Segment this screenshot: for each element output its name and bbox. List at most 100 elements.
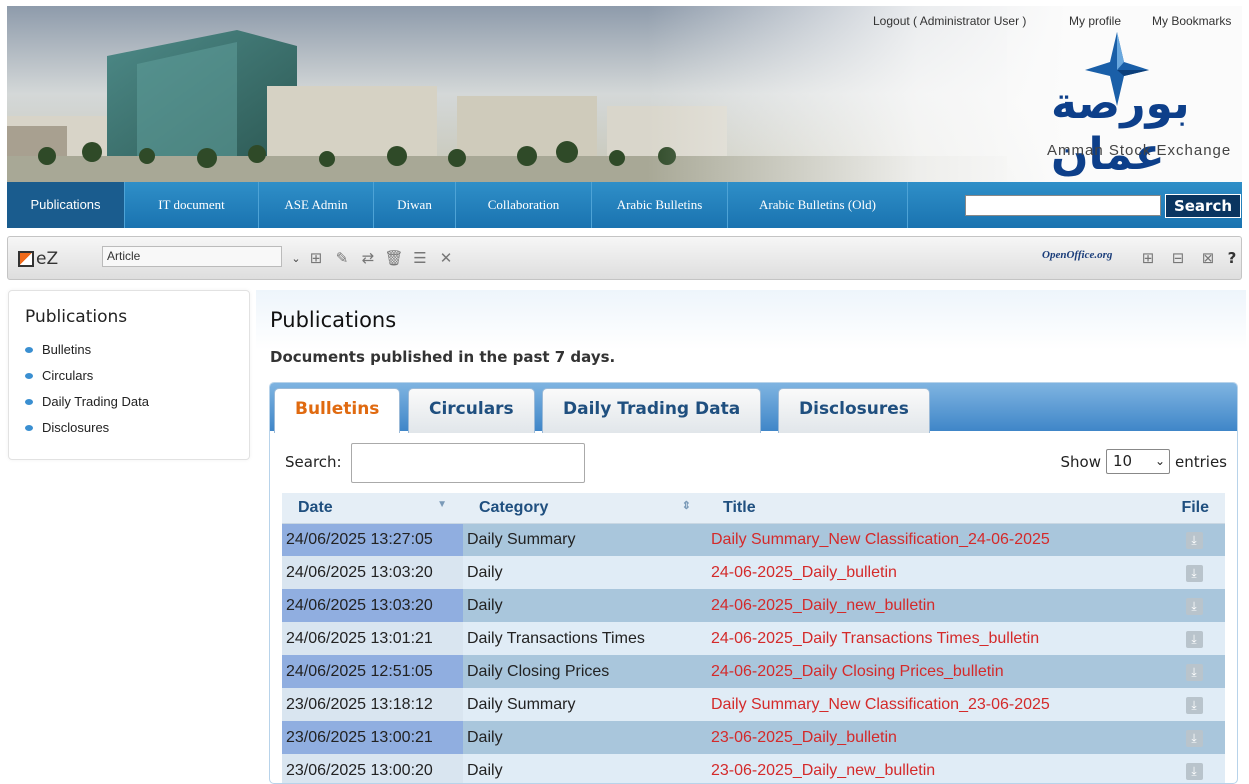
table-row: 24/06/2025 13:03:20 Daily 24-06-2025_Dai… [282,556,1225,589]
logo-english-text: Amman Stock Exchange [1047,142,1232,159]
sidebar-item-disclosures[interactable]: Disclosures [25,420,109,435]
row-title-link[interactable]: 24-06-2025_Daily_new_bulletin [707,589,1163,622]
row-category: Daily [463,589,707,622]
site-search-button[interactable]: Search [1165,194,1241,218]
sort-icon[interactable]: ☰ [410,248,430,268]
row-date: 23/06/2025 13:18:12 [282,688,463,721]
main-content: Publications Documents published in the … [256,290,1246,784]
download-icon[interactable]: ⤓ [1185,531,1203,549]
left-sidebar: Publications Bulletins Circulars Daily T… [8,290,250,460]
row-title-link[interactable]: 24-06-2025_Daily_bulletin [707,556,1163,589]
row-category: Daily Summary [463,688,707,721]
table-row: 23/06/2025 13:00:21 Daily 23-06-2025_Dai… [282,721,1225,754]
trash-icon[interactable]: 🗑 [384,248,404,268]
nav-item-arabic-bulletins[interactable]: Arabic Bulletins [592,182,728,228]
oo-import-icon[interactable]: ⊞ [1138,248,1158,268]
download-icon[interactable]: ⤓ [1185,729,1203,747]
row-date: 24/06/2025 13:01:21 [282,622,463,655]
sidebar-title: Publications [25,307,128,327]
row-date: 24/06/2025 12:51:05 [282,655,463,688]
nav-item-it-document[interactable]: IT document [125,182,259,228]
page-subtitle: Documents published in the past 7 days. [270,348,616,366]
row-title-link[interactable]: 23-06-2025_Daily_bulletin [707,721,1163,754]
sidebar-item-daily-trading-data[interactable]: Daily Trading Data [25,394,149,409]
row-category: Daily Closing Prices [463,655,707,688]
nav-item-collaboration[interactable]: Collaboration [456,182,592,228]
sort-desc-icon: ▼ [437,498,447,510]
row-date: 24/06/2025 13:03:20 [282,589,463,622]
row-title-link[interactable]: 24-06-2025_Daily Closing Prices_bulletin [707,655,1163,688]
bullet-icon [25,424,33,431]
download-icon[interactable]: ⤓ [1185,630,1203,648]
table-row: 23/06/2025 13:18:12 Daily Summary Daily … [282,688,1225,721]
table-row: 24/06/2025 13:01:21 Daily Transactions T… [282,622,1225,655]
bulletins-table: Date ▼ Category ⇕ Title File 24/06/2025 13… [282,493,1225,783]
create-here-icon[interactable]: ⊞ [306,248,326,268]
row-date: 23/06/2025 13:00:20 [282,754,463,783]
table-search-input[interactable] [351,443,585,483]
row-title-link[interactable]: 23-06-2025_Daily_new_bulletin [707,754,1163,783]
nav-item-arabic-bulletins-old[interactable]: Arabic Bulletins (Old) [728,182,908,228]
table-row: 24/06/2025 13:27:05 Daily Summary Daily … [282,523,1225,556]
site-search-input[interactable] [965,195,1161,216]
row-date: 23/06/2025 13:00:21 [282,721,463,754]
page-title: Publications [270,308,397,332]
hide-icon[interactable]: ✕ [436,248,456,268]
row-title-link[interactable]: Daily Summary_New Classification_23-06-2… [707,688,1163,721]
site-header: Logout ( Administrator User ) My profile… [7,6,1242,182]
sort-both-icon: ⇕ [681,499,691,512]
column-header-date[interactable]: Date ▼ [282,493,463,524]
chevron-down-icon[interactable]: ⌄ [286,248,306,268]
sidebar-item-bulletins[interactable]: Bulletins [25,342,91,357]
tab-daily-trading-data[interactable]: Daily Trading Data [542,388,762,433]
table-search-label: Search: [285,453,342,471]
row-date: 24/06/2025 13:27:05 [282,523,463,556]
ez-logo: eZ [18,249,58,269]
download-icon[interactable]: ⤓ [1185,597,1203,615]
oo-export-icon[interactable]: ⊟ [1168,248,1188,268]
table-row: 24/06/2025 12:51:05 Daily Closing Prices… [282,655,1225,688]
move-icon[interactable]: ⇄ [358,248,378,268]
row-category: Daily Transactions Times [463,622,707,655]
bullet-icon [25,372,33,379]
download-icon[interactable]: ⤓ [1185,762,1203,780]
nav-item-publications[interactable]: Publications [7,182,125,228]
column-header-file: File [1163,493,1225,524]
download-icon[interactable]: ⤓ [1185,663,1203,681]
row-date: 24/06/2025 13:03:20 [282,556,463,589]
chevron-down-icon: ⌄ [1154,454,1165,468]
row-category: Daily Summary [463,523,707,556]
row-category: Daily [463,556,707,589]
tab-bulletins[interactable]: Bulletins [274,388,401,433]
row-title-link[interactable]: Daily Summary_New Classification_24-06-2… [707,523,1163,556]
column-header-category[interactable]: Category ⇕ [463,493,707,524]
entries-length-control: Show 10 ⌄ entries [1061,449,1227,474]
table-row: 24/06/2025 13:03:20 Daily 24-06-2025_Dai… [282,589,1225,622]
row-category: Daily [463,754,707,783]
publications-tabs: Bulletins Circulars Daily Trading Data D… [269,382,1238,784]
entries-select[interactable]: 10 ⌄ [1106,449,1170,474]
openoffice-logo-icon: OpenOffice.org [1042,249,1113,261]
bullet-icon [25,346,33,353]
oo-replace-icon[interactable]: ⊠ [1198,248,1218,268]
ez-toolbar: eZ Article ⌄ ⊞ ✎ ⇄ 🗑 ☰ ✕ OpenOffice.org … [7,236,1242,280]
table-header-row: Date ▼ Category ⇕ Title File [282,493,1225,524]
edit-icon[interactable]: ✎ [332,248,352,268]
content-class-select[interactable]: Article [102,246,282,267]
main-navigation: Publications IT document ASE Admin Diwan… [7,182,1242,228]
tab-disclosures[interactable]: Disclosures [778,388,930,433]
sidebar-item-circulars[interactable]: Circulars [25,368,93,383]
nav-item-ase-admin[interactable]: ASE Admin [259,182,374,228]
tab-circulars[interactable]: Circulars [408,388,535,433]
download-icon[interactable]: ⤓ [1185,564,1203,582]
ez-logo-icon [18,251,34,267]
logout-link[interactable]: Logout ( Administrator User ) [873,14,1026,28]
tab-bar: Bulletins Circulars Daily Trading Data D… [270,383,1237,433]
help-icon[interactable]: ? [1222,248,1242,268]
nav-item-diwan[interactable]: Diwan [374,182,456,228]
column-header-title[interactable]: Title [707,493,1163,524]
bullet-icon [25,398,33,405]
row-title-link[interactable]: 24-06-2025_Daily Transactions Times_bull… [707,622,1163,655]
row-category: Daily [463,721,707,754]
download-icon[interactable]: ⤓ [1185,696,1203,714]
